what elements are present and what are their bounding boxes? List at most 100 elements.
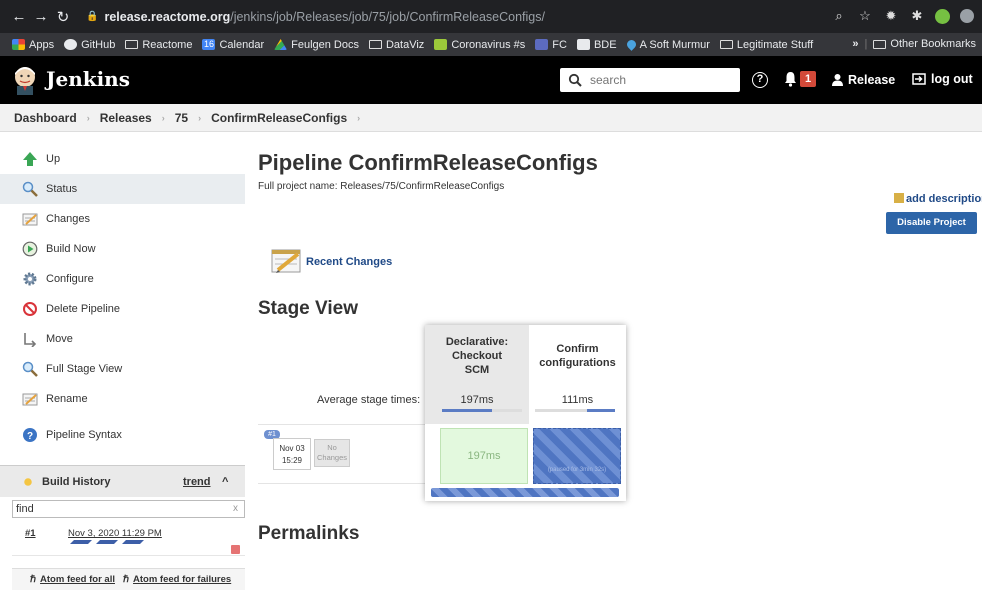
bookmark-reactome[interactable]: Reactome [125, 39, 192, 51]
extension-gear-icon[interactable]: ✹ [883, 8, 899, 24]
other-bookmarks[interactable]: Other Bookmarks [873, 38, 976, 50]
disable-project-button[interactable]: Disable Project [886, 212, 977, 234]
clear-filter-icon[interactable]: x [233, 501, 238, 517]
notification-badge[interactable]: 1 [800, 71, 816, 87]
extensions-puzzle-icon[interactable]: ✱ [909, 8, 925, 24]
add-description-link[interactable]: add description [894, 193, 982, 205]
jenkins-logo-icon[interactable] [12, 65, 38, 95]
task-label: Up [46, 153, 61, 165]
task-pipeline-syntax[interactable]: ? Pipeline Syntax [0, 420, 245, 450]
collapse-chevron-icon[interactable]: ^ [222, 476, 228, 488]
task-move[interactable]: Move [0, 324, 245, 354]
user-name: Release [848, 73, 896, 87]
task-up[interactable]: Up [0, 144, 245, 174]
task-label: Changes [46, 213, 91, 225]
stage-header[interactable]: Confirm configurations [529, 325, 626, 387]
stage-view-title: Stage View [258, 298, 358, 319]
url-path: /jenkins/job/Releases/job/75/job/Confirm… [230, 9, 545, 24]
breadcrumb-confirmreleaseconfigs[interactable]: ConfirmReleaseConfigs [211, 111, 347, 125]
logout-label: log out [931, 72, 973, 86]
search-input[interactable] [590, 73, 720, 87]
bookmark-feulgen-docs[interactable]: Feulgen Docs [274, 39, 359, 51]
address-bar[interactable]: release.reactome.org/jenkins/job/Release… [104, 10, 545, 24]
breadcrumb-separator-icon[interactable]: › [357, 113, 360, 123]
reload-icon[interactable]: ↻ [52, 8, 74, 26]
calendar-icon: 16 [202, 39, 216, 50]
app-title[interactable]: Jenkins [46, 67, 130, 91]
logout-link[interactable]: log out [912, 72, 973, 86]
stage-average-bar [442, 409, 522, 412]
breadcrumb-separator-icon[interactable]: › [162, 113, 165, 123]
help-icon[interactable]: ? [752, 72, 768, 88]
bookmark-calendar[interactable]: 16 Calendar [202, 39, 264, 51]
stage-cell-success[interactable]: 197ms [440, 428, 528, 484]
task-full-stage-view[interactable]: Full Stage View [0, 354, 245, 384]
bookmark-label: FC [552, 38, 567, 51]
page-title: Pipeline ConfirmReleaseConfigs [258, 150, 598, 175]
breadcrumb-releases[interactable]: Releases [100, 111, 152, 125]
bookmark-label: Reactome [142, 38, 193, 51]
svg-text:?: ? [27, 431, 33, 442]
logout-icon [912, 73, 926, 85]
bookmark-github[interactable]: GitHub [64, 39, 115, 51]
task-delete-pipeline[interactable]: Delete Pipeline [0, 294, 245, 324]
search-box[interactable] [560, 68, 740, 92]
filter-value: find [16, 503, 34, 515]
task-label: Status [46, 183, 78, 195]
bookmark-coronavirus[interactable]: Coronavirus #s [434, 39, 525, 51]
atom-feed-failures-link[interactable]: Atom feed for failures [133, 574, 231, 585]
bookmark-fc[interactable]: FC [535, 39, 567, 51]
stage-average: 197ms [425, 387, 529, 424]
task-rename[interactable]: Rename [0, 384, 245, 414]
forward-icon[interactable]: → [30, 8, 52, 25]
breadcrumb-75[interactable]: 75 [175, 111, 188, 125]
no-entry-icon [23, 302, 37, 316]
run-date: Nov 03 15:29 [273, 438, 311, 470]
run-changes[interactable]: No Changes [314, 439, 350, 467]
run-time: 15:29 [281, 456, 303, 465]
breadcrumb-dashboard[interactable]: Dashboard [14, 111, 77, 125]
stage-header[interactable]: Declarative: Checkout SCM [425, 325, 529, 387]
build-date-link[interactable]: Nov 3, 2020 11:29 PM [68, 528, 162, 539]
task-configure[interactable]: Configure [0, 264, 245, 294]
task-label: Move [46, 333, 73, 345]
delete-build-icon[interactable] [231, 545, 240, 554]
breadcrumb-separator-icon[interactable]: › [87, 113, 90, 123]
droplet-icon [624, 38, 638, 51]
bookmark-label: Apps [29, 38, 55, 51]
task-status[interactable]: Status [0, 174, 245, 204]
task-changes[interactable]: Changes [0, 204, 245, 234]
trend-link[interactable]: trend [183, 476, 211, 488]
bookmark-legitimate-stuff[interactable]: Legitimate Stuff [719, 39, 813, 51]
task-label: Configure [46, 273, 94, 285]
url-host: release.reactome.org [104, 9, 231, 24]
browser-actions: ⌕ ☆ ✹ ✱ [831, 8, 974, 24]
search-icon [568, 73, 582, 87]
bookmark-label: A Soft Murmur [639, 38, 710, 51]
recent-changes-notepad-icon[interactable] [270, 244, 302, 276]
menu-icon[interactable] [960, 9, 974, 23]
bookmarks-more-icon[interactable]: » [852, 38, 858, 50]
build-number-link[interactable]: #1 [25, 528, 36, 539]
task-label: Full Stage View [46, 363, 123, 375]
task-build-now[interactable]: Build Now [0, 234, 245, 264]
bell-icon[interactable] [784, 71, 797, 87]
zoom-icon[interactable]: ⌕ [831, 8, 847, 24]
bookmark-dataviz[interactable]: DataViz [368, 39, 424, 51]
bookmark-bde[interactable]: BDE [576, 39, 617, 51]
stage-cell-in-progress[interactable]: (paused for 3min 32s) [533, 428, 621, 484]
build-filter-input[interactable]: find x [12, 500, 245, 518]
lock-icon[interactable]: 🔒 [86, 11, 98, 22]
breadcrumb-separator-icon[interactable]: › [198, 113, 201, 123]
atom-feed-all-link[interactable]: Atom feed for all [40, 574, 115, 585]
bookmark-apps[interactable]: Apps [12, 39, 54, 51]
profile-avatar-icon[interactable] [935, 8, 950, 24]
star-icon[interactable]: ☆ [857, 8, 873, 24]
user-link[interactable]: Release [832, 73, 895, 87]
stage-average: 111ms [561, 394, 594, 406]
back-icon[interactable]: ← [8, 8, 30, 25]
notepad-icon [22, 393, 38, 406]
bookmark-a-soft-murmur[interactable]: A Soft Murmur [624, 38, 710, 51]
recent-changes-link[interactable]: Recent Changes [306, 256, 392, 268]
bookmarks-overflow: » | Other Bookmarks [852, 38, 976, 50]
